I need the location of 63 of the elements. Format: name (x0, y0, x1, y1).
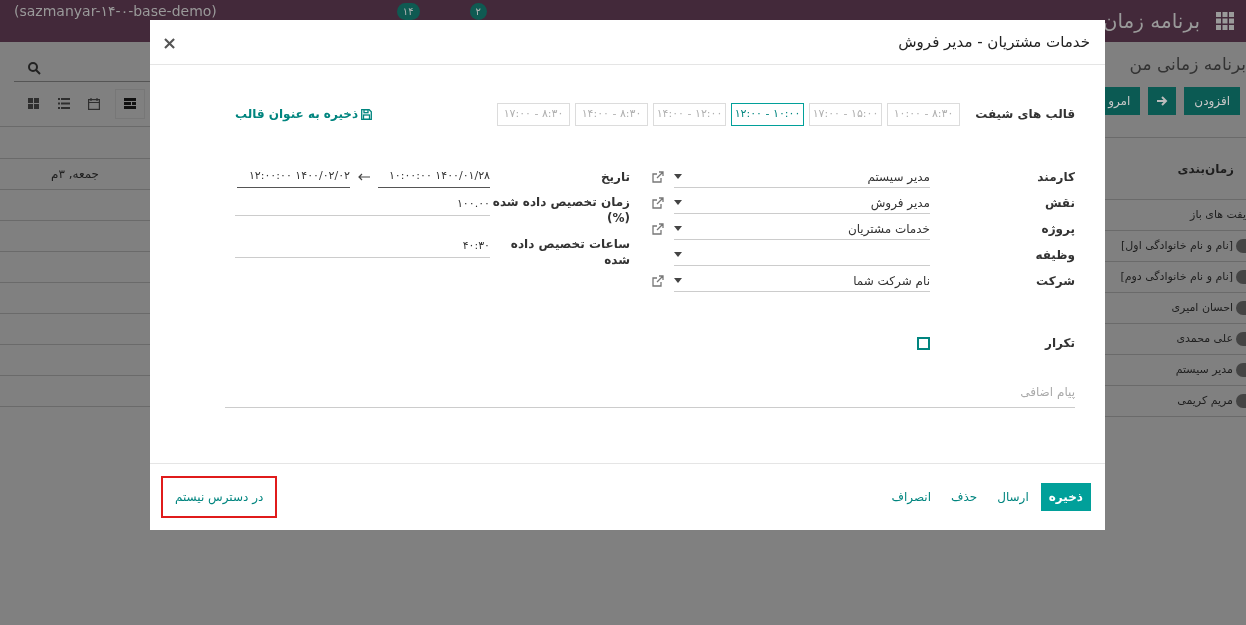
kanban-view-icon (28, 98, 40, 110)
external-link-icon[interactable] (652, 275, 664, 287)
dropdown-field[interactable]: مدیر فروش (674, 192, 930, 214)
caret-icon (674, 278, 682, 283)
save-as-template-link[interactable]: ذخیره به عنوان قالب (235, 105, 373, 123)
arrow-left-icon (358, 173, 370, 181)
apps-menu-icon[interactable] (1216, 12, 1234, 30)
dropdown-field[interactable]: خدمات مشتریان (674, 218, 930, 240)
number-field[interactable]: ۴۰:۳۰ (235, 236, 490, 258)
toolbar-button[interactable]: امرو (1105, 87, 1141, 115)
gantt-column-header: جمعه, ۳م (50, 166, 100, 183)
field-label: کارمند (1036, 169, 1075, 186)
field-label: تاریخ (599, 169, 630, 186)
close-button[interactable]: × (162, 28, 178, 56)
app-title: برنامه زمان (1102, 8, 1200, 35)
end-date-field[interactable]: ۱۴۰۰/۰۲/۰۲ ۱۲:۰۰:۰۰ (237, 166, 350, 188)
shift-template-button[interactable]: ۱۰:۰۰ - ۱۲:۰۰ (731, 102, 804, 126)
footer-button[interactable]: ذخیره (1040, 483, 1091, 511)
field-label: قالب های شیفت (974, 106, 1075, 123)
caret-icon (674, 200, 682, 205)
caret-icon (674, 174, 682, 179)
note-field[interactable]: پیام اضافی (225, 376, 1075, 408)
field-label: زمان تخصیص داده شده (%) (491, 194, 630, 226)
recurrence-checkbox[interactable] (917, 336, 930, 350)
search-icon[interactable] (28, 62, 41, 75)
view-gantt-button[interactable] (115, 89, 145, 119)
field-label: شرکت (1035, 273, 1075, 290)
gantt-row-label: [نام و نام خانوادگی دوم] (1120, 268, 1233, 285)
gantt-row-header: زمان‌بندی (1177, 160, 1234, 178)
breadcrumb-title: برنامه زمانی من (1128, 52, 1246, 76)
field-label: نقش (1043, 195, 1075, 212)
dialog-title: خدمات مشتریان - مدیر فروش (898, 31, 1090, 53)
external-link-icon[interactable] (652, 171, 664, 183)
calendar-view-icon (88, 98, 100, 110)
gantt-view-icon (124, 98, 136, 110)
gantt-row-label: مدیر سیستم (1175, 361, 1233, 378)
arrow-right-icon (1156, 95, 1169, 107)
gantt-row-label: مریم کریمی (1177, 392, 1233, 409)
footer-button[interactable]: در دسترس نیستم (161, 476, 278, 518)
list-view-icon (58, 98, 70, 110)
toolbar-button[interactable]: افزودن (1184, 87, 1240, 115)
gantt-row-label: [نام و نام خانوادگی اول] (1121, 237, 1233, 254)
field-label: پروژه (1040, 221, 1075, 238)
field-label: تکرار (1043, 335, 1075, 352)
database-name: (sazmanyar-۱۴-۰-base-demo) (14, 2, 217, 21)
caret-icon (674, 252, 682, 257)
field-label: وظیفه (1034, 247, 1075, 264)
footer-button[interactable]: انصراف (883, 483, 939, 511)
dropdown-field[interactable]: مدیر سیستم (674, 166, 930, 188)
save-icon (361, 108, 373, 120)
gantt-row-label: علی محمدی (1176, 330, 1233, 347)
external-link-icon[interactable] (652, 223, 664, 235)
start-date-field[interactable]: ۱۴۰۰/۰۱/۲۸ ۱۰:۰۰:۰۰ (378, 166, 490, 188)
footer-button[interactable]: ارسال (989, 483, 1037, 511)
dropdown-field[interactable]: نام شرکت شما (674, 270, 930, 292)
external-link-icon[interactable] (652, 197, 664, 209)
next-button[interactable] (1148, 87, 1177, 115)
footer-button[interactable]: حذف (943, 483, 986, 511)
field-label: ساعات تخصیص داده شده (509, 236, 630, 268)
caret-icon (674, 226, 682, 231)
gantt-row-label: احسان امیری (1171, 299, 1233, 316)
number-field[interactable]: ۱۰۰.۰۰ (235, 194, 490, 216)
gantt-row-label: یفت های باز (1190, 206, 1246, 223)
